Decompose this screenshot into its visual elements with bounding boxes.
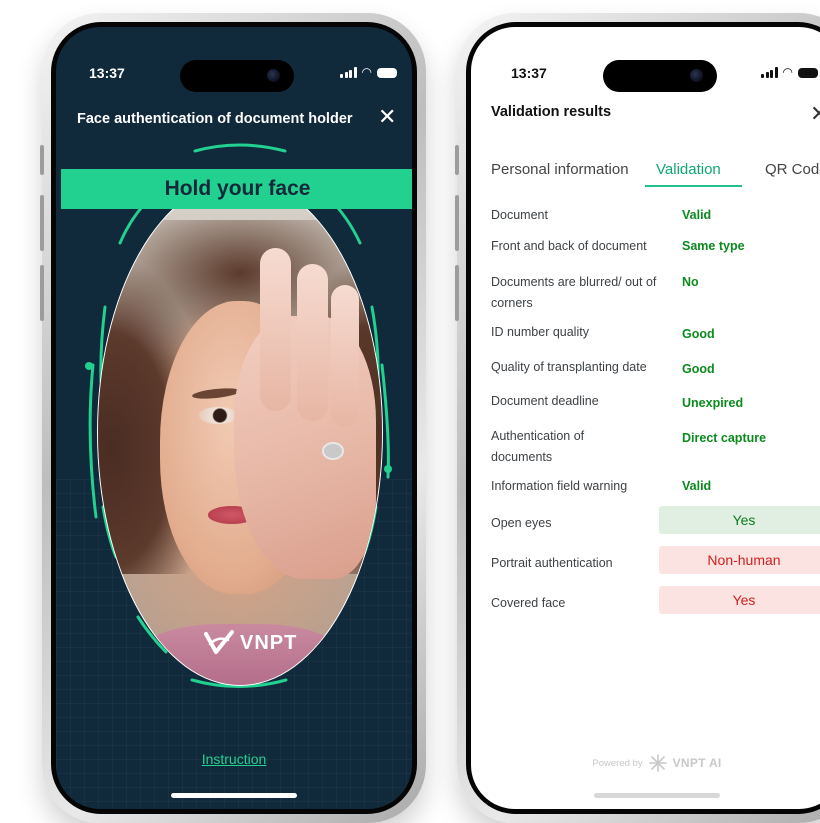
tab-qr-code[interactable]: QR Code [765, 161, 820, 178]
status-badge-portrait: Non-human [659, 546, 820, 574]
row-label: ID number quality [491, 325, 589, 339]
row-label: Front and back of document [491, 239, 647, 253]
row-label: Documents are blurred/ out of corners [491, 275, 657, 310]
row-label: Information field warning [491, 479, 628, 493]
status-icons: ◠ [761, 65, 818, 79]
row-label: Authentication of documents [491, 429, 585, 464]
status-time: 13:37 [511, 65, 547, 81]
close-icon[interactable]: ✕ [378, 105, 396, 129]
hold-face-banner: Hold your face [61, 169, 412, 209]
row-label: Quality of transplanting date [491, 360, 647, 374]
guide-dot-right [384, 465, 392, 473]
preview-ring [322, 442, 345, 461]
powered-by-footer: Powered by VNPT AI [471, 754, 820, 772]
row-value: Unexpired [682, 396, 744, 410]
camera-icon [267, 69, 280, 82]
preview-brow [191, 386, 241, 401]
page-title: Face authentication of document holder [77, 111, 353, 127]
side-button [40, 195, 44, 251]
status-badge-open-eyes: Yes [659, 506, 820, 534]
row-value: Valid [682, 208, 712, 222]
row-value: Good [682, 362, 715, 376]
preview-finger [296, 263, 329, 422]
preview-hand [234, 248, 377, 579]
active-tab-indicator [645, 185, 742, 187]
camera-preview [97, 179, 383, 686]
row-value: Good [682, 327, 715, 341]
badge-label: Open eyes [491, 516, 552, 530]
row-label: Document deadline [491, 394, 599, 408]
preview-eye [198, 406, 237, 425]
wifi-icon: ◠ [361, 65, 372, 79]
battery-icon [376, 67, 397, 78]
tab-validation[interactable]: Validation [656, 161, 721, 178]
guide-arc-right-2 [380, 363, 390, 479]
signal-icon [340, 67, 357, 78]
status-badge-covered-face: Yes [659, 586, 820, 614]
home-indicator [594, 793, 720, 798]
row-value: Direct capture [682, 431, 767, 445]
vnpt-logo-icon [204, 630, 234, 654]
dynamic-island [180, 60, 294, 92]
vnpt-logo: VNPT [204, 630, 297, 656]
powered-by-text: Powered by [592, 757, 643, 769]
guide-dot-left [85, 362, 93, 370]
side-button [40, 145, 44, 175]
phone-right: 13:37 ◠ Validation results ✕ Personal in… [455, 13, 820, 823]
row-value: Valid [682, 479, 712, 493]
dynamic-island [603, 60, 717, 92]
guide-arc-top [193, 143, 287, 153]
close-icon[interactable]: ✕ [810, 101, 820, 127]
home-indicator [171, 793, 297, 798]
badge-label: Portrait authentication [491, 556, 613, 570]
preview-finger [259, 248, 292, 411]
vnpt-logo-text: VNPT [240, 631, 298, 654]
page-title: Validation results [491, 104, 612, 120]
badge-label: Covered face [491, 596, 566, 610]
vnpt-ai-snowflake-icon [648, 754, 667, 772]
side-button [455, 195, 459, 251]
battery-icon [797, 67, 818, 78]
instruction-link[interactable]: Instruction [56, 751, 412, 767]
guide-arc-left-2 [88, 363, 98, 519]
phone-left: 13:37 ◠ Face authentication of document … [40, 13, 426, 823]
row-label: Document [491, 208, 548, 222]
side-button [40, 265, 44, 321]
validation-screen: 13:37 ◠ Validation results ✕ Personal in… [471, 27, 820, 809]
vnpt-ai-brand: VNPT AI [672, 756, 722, 770]
tab-personal-information[interactable]: Personal information [491, 161, 629, 178]
side-button [455, 145, 459, 175]
status-time: 13:37 [89, 65, 125, 81]
status-icons: ◠ [340, 65, 397, 79]
camera-icon [690, 69, 703, 82]
face-auth-screen: 13:37 ◠ Face authentication of document … [56, 27, 412, 809]
preview-finger [330, 284, 360, 427]
side-button [455, 265, 459, 321]
wifi-icon: ◠ [782, 65, 793, 79]
row-value: Same type [682, 239, 745, 253]
signal-icon [761, 67, 778, 78]
row-value: No [682, 275, 699, 289]
